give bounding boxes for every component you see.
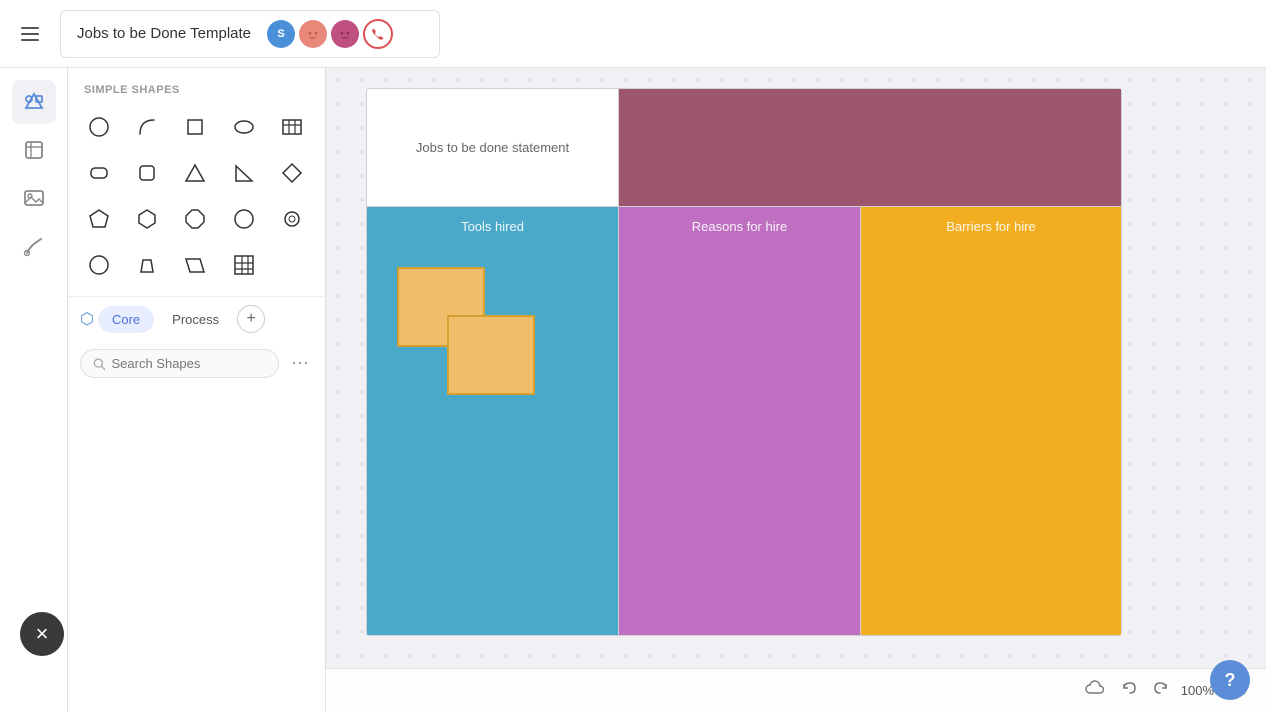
statement-text: Jobs to be done statement (367, 89, 619, 207)
add-tab-button[interactable]: + (237, 305, 265, 333)
zoom-level: 100% (1181, 683, 1214, 698)
shape-circle2[interactable] (225, 200, 263, 238)
sidebar-frame-button[interactable] (12, 128, 56, 172)
shape-diamond[interactable] (273, 154, 311, 192)
col-tools-hired: Tools hired (367, 207, 619, 635)
sticky-note-2[interactable] (447, 315, 535, 395)
col-barriers-label: Barriers for hire (861, 207, 1121, 234)
search-more-button[interactable]: ⋯ (287, 349, 313, 378)
board: Jobs to be done statement Tools hired Re… (366, 88, 1122, 636)
shape-ellipse[interactable] (225, 108, 263, 146)
undo-icon[interactable] (1117, 676, 1141, 705)
sidebar-draw-button[interactable] (12, 224, 56, 268)
help-button[interactable]: ? (1210, 660, 1250, 700)
col-reasons-label: Reasons for hire (619, 207, 860, 234)
hamburger-icon (21, 27, 39, 41)
shape-oval[interactable] (80, 246, 118, 284)
shape-hexagon[interactable] (128, 200, 166, 238)
menu-button[interactable] (0, 0, 60, 68)
shapes-tabs: ⬡ Core Process + (68, 296, 325, 341)
shape-rounded-rect[interactable] (80, 154, 118, 192)
shape-pentagon[interactable] (80, 200, 118, 238)
cloud-save-icon[interactable] (1081, 676, 1109, 705)
statement-row: Jobs to be done statement (367, 89, 1121, 207)
col-barriers-hire: Barriers for hire (861, 207, 1121, 635)
shape-square[interactable] (176, 108, 214, 146)
col-reasons-hire: Reasons for hire (619, 207, 861, 635)
col-tools-label: Tools hired (367, 207, 618, 234)
shape-rounded-square[interactable] (128, 154, 166, 192)
bottom-row: Tools hired Reasons for hire Barriers fo… (367, 207, 1121, 635)
sidebar-shapes-button[interactable] (12, 80, 56, 124)
tab-core[interactable]: Core (98, 306, 154, 333)
shape-circle3[interactable] (273, 200, 311, 238)
shape-right-triangle[interactable] (225, 154, 263, 192)
phone-button[interactable] (363, 19, 393, 49)
statement-color-block (619, 89, 1121, 207)
avatar-group: S (267, 19, 393, 49)
shape-triangle[interactable] (176, 154, 214, 192)
avatar-a[interactable] (299, 20, 327, 48)
shape-arc[interactable] (128, 108, 166, 146)
canvas-area[interactable]: Jobs to be done statement Tools hired Re… (326, 68, 1266, 712)
shape-table[interactable] (273, 108, 311, 146)
shape-grid[interactable] (225, 246, 263, 284)
shape-parallelogram[interactable] (176, 246, 214, 284)
document-title: Jobs to be Done Template (77, 25, 251, 42)
search-row: ⋯ (68, 341, 325, 390)
shapes-panel: SIMPLE SHAPES ⬡ Core Process + (68, 68, 326, 712)
search-box[interactable] (80, 349, 279, 378)
redo-icon[interactable] (1149, 676, 1173, 705)
search-icon (93, 357, 106, 371)
bottom-bar: 100% (326, 668, 1266, 712)
header: Jobs to be Done Template S (0, 0, 1266, 68)
tab-process[interactable]: Process (158, 306, 233, 333)
avatar-s[interactable]: S (267, 20, 295, 48)
search-input[interactable] (112, 356, 267, 371)
shapes-tab-icon: ⬡ (80, 309, 94, 329)
avatar-b[interactable] (331, 20, 359, 48)
title-bar: Jobs to be Done Template S (60, 10, 440, 58)
shape-trapezoid[interactable] (128, 246, 166, 284)
sidebar-image-button[interactable] (12, 176, 56, 220)
shape-octagon[interactable] (176, 200, 214, 238)
fab-close-button[interactable]: × (20, 612, 64, 656)
shape-circle[interactable] (80, 108, 118, 146)
shapes-grid (68, 104, 325, 296)
shapes-section-label: SIMPLE SHAPES (68, 68, 325, 104)
